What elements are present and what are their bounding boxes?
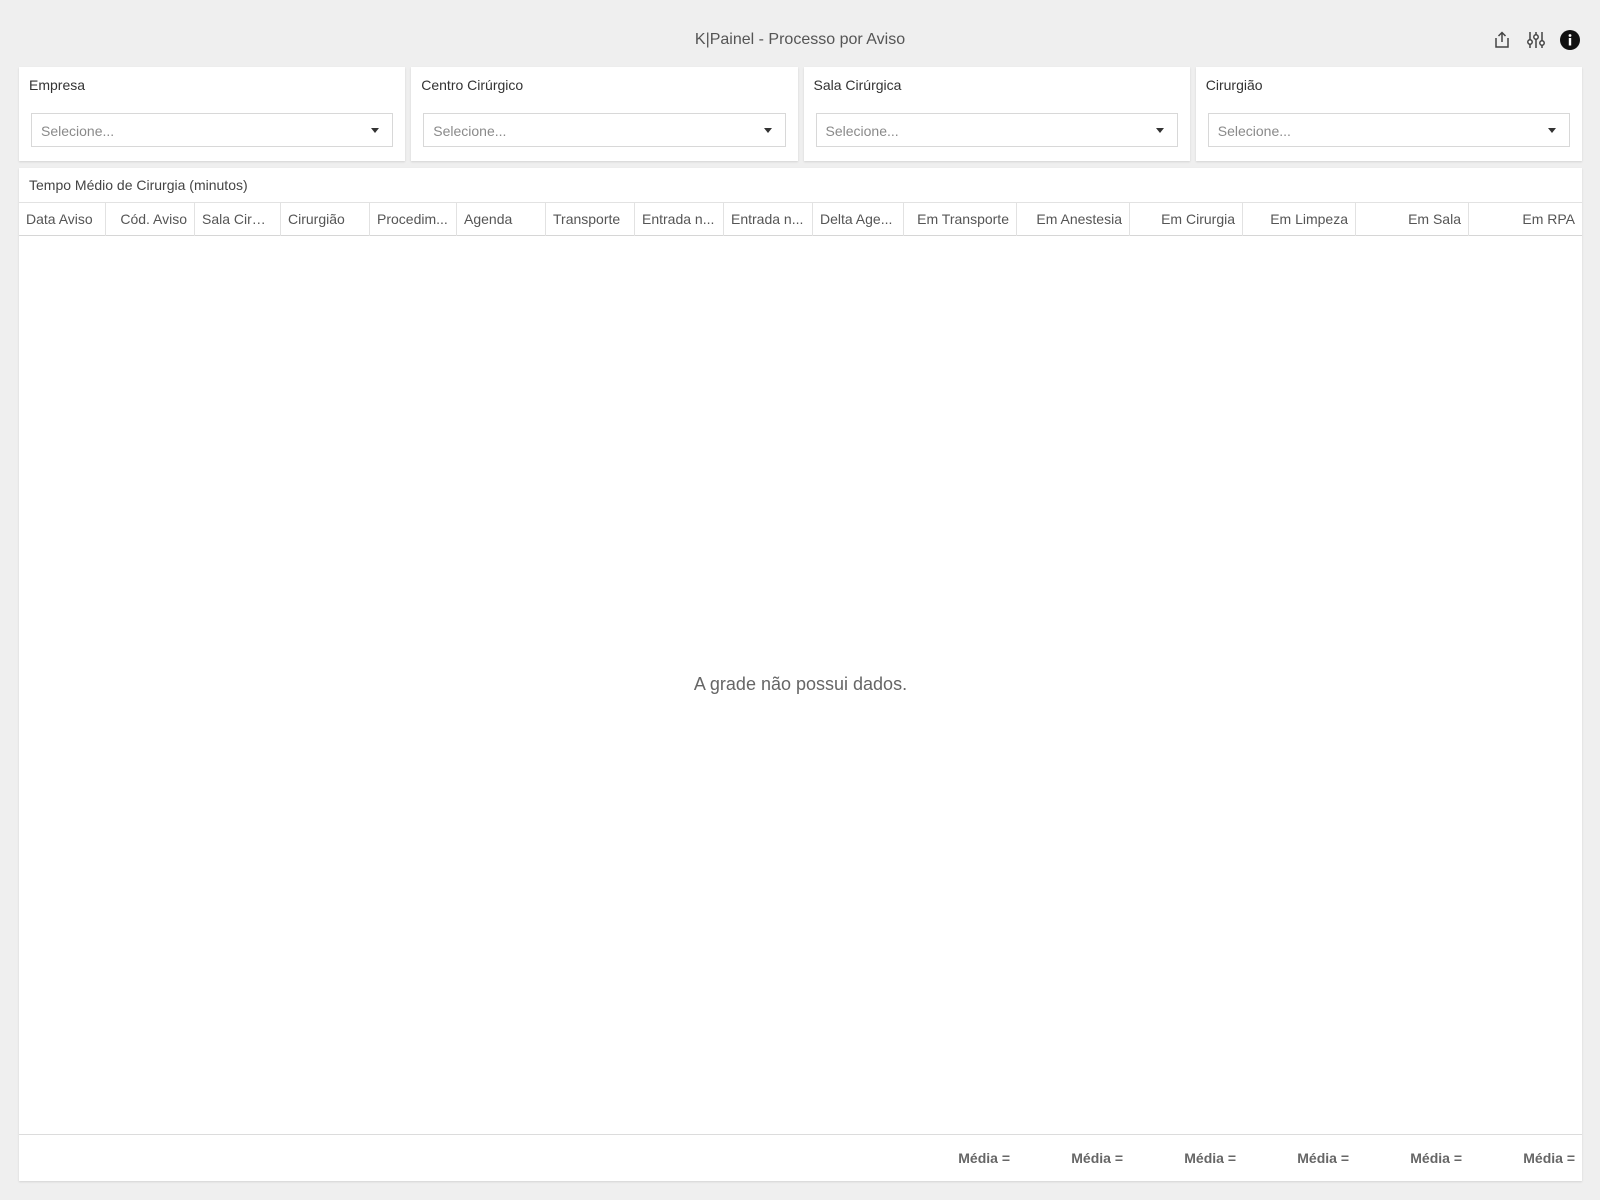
filter-label: Centro Cirúrgico <box>421 77 524 93</box>
empty-grid-message: A grade não possui dados. <box>693 674 908 694</box>
footer-summary: Média = <box>1184 1150 1236 1166</box>
centro-cirurgico-select[interactable]: Selecione... <box>423 113 786 147</box>
column-header[interactable]: Delta Age... <box>813 203 904 236</box>
footer-summary: Média = <box>1297 1150 1349 1166</box>
column-header[interactable]: Cód. Aviso <box>106 203 195 236</box>
filter-bar: Empresa Selecione... Centro Cirúrgico Se… <box>19 67 1582 161</box>
select-placeholder: Selecione... <box>825 123 899 139</box>
select-placeholder: Selecione... <box>1217 123 1291 139</box>
footer-summary: Média = <box>1071 1150 1123 1166</box>
column-header[interactable]: Sala Cirúr... <box>195 203 281 236</box>
sala-cirurgica-select[interactable]: Selecione... <box>815 113 1178 147</box>
filter-cirurgiao: Cirurgião Selecione... <box>1195 67 1582 161</box>
caret-down-icon <box>1548 128 1556 133</box>
column-header[interactable]: Em Limpeza <box>1243 203 1356 236</box>
column-header[interactable]: Em Transporte <box>904 203 1017 236</box>
filter-label: Sala Cirúrgica <box>813 77 902 93</box>
column-header[interactable]: Entrada n... <box>724 203 813 236</box>
filter-label: Empresa <box>29 77 86 93</box>
filter-label: Cirurgião <box>1205 77 1263 93</box>
grid-footer: Média = Média = Média = Média = Média = … <box>19 1134 1582 1181</box>
column-header[interactable]: Agenda <box>457 203 546 236</box>
page-title: K|Painel - Processo por Aviso <box>694 31 906 48</box>
column-header[interactable]: Em Anestesia <box>1017 203 1130 236</box>
column-header[interactable]: Entrada n... <box>635 203 724 236</box>
export-icon[interactable] <box>1490 28 1514 52</box>
column-header[interactable]: Em Cirurgia <box>1130 203 1243 236</box>
column-header[interactable]: Data Aviso <box>19 203 106 236</box>
empresa-select[interactable]: Selecione... <box>31 113 394 147</box>
data-grid: Tempo Médio de Cirurgia (minutos) Data A… <box>19 168 1582 1181</box>
column-header[interactable]: Cirurgião <box>281 203 370 236</box>
grid-title: Tempo Médio de Cirurgia (minutos) <box>29 177 248 193</box>
footer-summary: Média = <box>1410 1150 1462 1166</box>
settings-sliders-icon[interactable] <box>1524 28 1548 52</box>
filter-centro-cirurgico: Centro Cirúrgico Selecione... <box>411 67 798 161</box>
footer-spacer <box>19 1135 904 1181</box>
column-header[interactable]: Procedim... <box>370 203 457 236</box>
info-icon[interactable] <box>1558 28 1582 52</box>
select-placeholder: Selecione... <box>433 123 507 139</box>
cirurgiao-select[interactable]: Selecione... <box>1207 113 1570 147</box>
column-header[interactable]: Em RPA <box>1469 203 1582 236</box>
toolbar <box>1490 28 1582 52</box>
column-header[interactable]: Em Sala <box>1356 203 1469 236</box>
filter-sala-cirurgica: Sala Cirúrgica Selecione... <box>803 67 1190 161</box>
caret-down-icon <box>1155 128 1164 133</box>
caret-down-icon <box>763 128 772 133</box>
column-header[interactable]: Transporte <box>546 203 635 236</box>
caret-down-icon <box>371 128 380 133</box>
footer-summary: Média = <box>1523 1150 1575 1166</box>
footer-summary: Média = <box>958 1150 1010 1166</box>
select-placeholder: Selecione... <box>41 123 115 139</box>
grid-header: Data Aviso Cód. Aviso Sala Cirúr... Ciru… <box>19 202 1582 236</box>
filter-empresa: Empresa Selecione... <box>19 67 406 161</box>
